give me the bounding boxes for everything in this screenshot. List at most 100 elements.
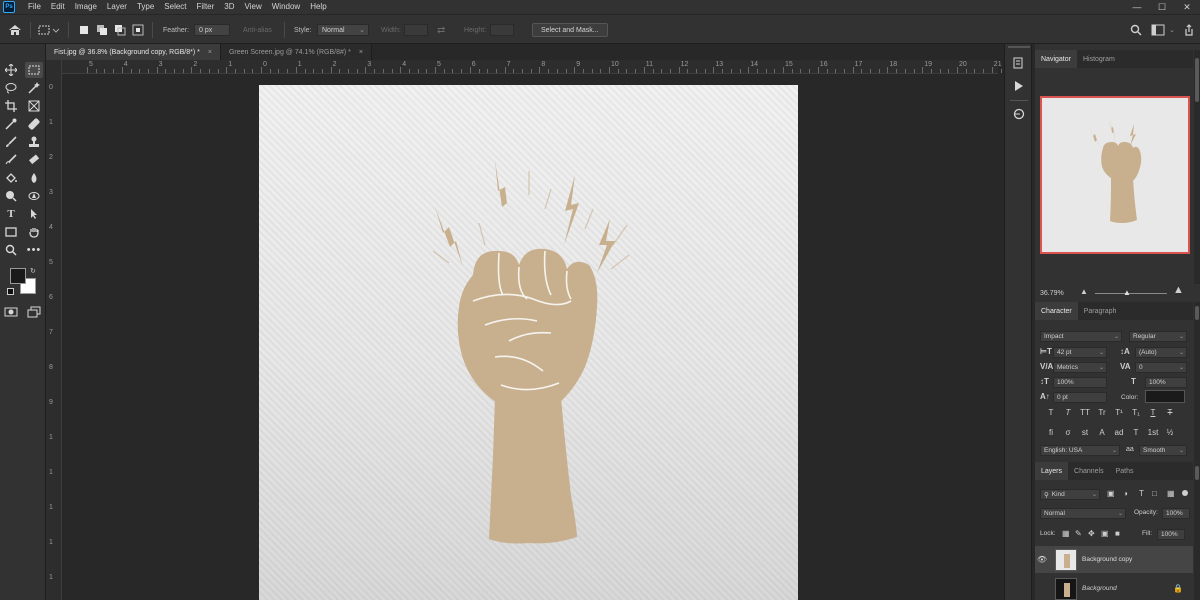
quick-mask-icon[interactable] [2,304,20,320]
screen-mode-icon[interactable] [25,304,43,320]
width-input[interactable] [404,24,428,36]
swash-button[interactable]: A [1096,428,1108,437]
search-icon[interactable] [1130,15,1142,45]
crop-tool-icon[interactable] [2,98,20,114]
filter-toggle-icon[interactable] [1182,490,1188,496]
style-select[interactable]: Normal ⌄ [317,24,369,36]
menu-file[interactable]: File [23,0,46,14]
menu-help[interactable]: Help [305,0,331,14]
superscript-button[interactable]: T¹ [1113,408,1125,417]
foreground-color-swatch[interactable] [10,268,26,284]
select-and-mask-button[interactable]: Select and Mask... [532,23,608,37]
swap-dimensions-icon[interactable]: ⇄ [437,15,445,45]
layer-name[interactable]: Background [1082,585,1117,592]
healing-brush-tool-icon[interactable] [25,116,43,132]
opacity-input[interactable]: 100% [1162,508,1190,519]
navigator-scrollbar[interactable] [1194,50,1200,284]
anti-alias-checkbox[interactable]: Anti-alias [243,15,272,45]
zoom-out-icon[interactable]: ▲ [1080,287,1088,296]
tab-paragraph[interactable]: Paragraph [1078,302,1123,320]
layer-row-background-copy[interactable]: 👁 Background copy [1035,546,1193,573]
ordinals-button[interactable]: 1st [1147,428,1159,437]
close-tab-icon[interactable]: × [208,49,212,56]
tab-histogram[interactable]: Histogram [1077,50,1121,68]
filter-type-icon[interactable]: T [1139,489,1144,498]
all-caps-button[interactable]: TT [1079,408,1091,417]
document-canvas[interactable] [259,85,798,600]
eye-icon[interactable]: 👁 [1035,555,1049,564]
leading-input[interactable]: (Auto) ⌄ [1135,347,1187,358]
rectangle-tool-icon[interactable] [2,224,20,240]
minimize-button[interactable]: — [1126,0,1148,14]
vertical-scale-input[interactable]: 100% [1053,377,1107,388]
tab-channels[interactable]: Channels [1068,462,1110,480]
navigator-preview[interactable] [1040,96,1190,254]
actions-play-icon[interactable] [1011,78,1027,94]
home-icon[interactable] [8,15,22,45]
clone-stamp-tool-icon[interactable] [25,134,43,150]
brush-tool-icon[interactable] [2,134,20,150]
layers-scrollbar[interactable] [1194,462,1200,600]
tab-paths[interactable]: Paths [1110,462,1140,480]
filter-smart-object-icon[interactable]: ▦ [1167,489,1175,498]
new-selection-icon[interactable] [78,15,90,45]
pen-tool-icon[interactable] [25,188,43,204]
close-window-button[interactable]: ✕ [1176,0,1198,14]
character-scrollbar[interactable] [1194,302,1200,462]
tab-layers[interactable]: Layers [1035,462,1069,480]
swap-colors-icon[interactable]: ↻ [30,267,36,275]
menu-3d[interactable]: 3D [219,0,239,14]
menu-window[interactable]: Window [267,0,305,14]
layer-row-background[interactable]: Background 🔒 [1035,575,1193,600]
paint-bucket-tool-icon[interactable] [2,170,20,186]
default-colors-icon[interactable] [7,288,14,295]
history-brush-tool-icon[interactable] [2,152,20,168]
vertical-ruler[interactable]: 0 1 2 3 4 5 6 7 8 9 1 1 1 1 1 [46,60,62,600]
tab-character[interactable]: Character [1035,302,1078,320]
feather-input[interactable]: 0 px [194,24,230,36]
discretionary-ligatures-button[interactable]: st [1079,428,1091,437]
lock-transparent-pixels-icon[interactable]: ▦ [1062,529,1070,538]
intersect-selection-icon[interactable] [132,15,144,45]
workspace-chevron-icon[interactable]: ⌄ [1169,15,1175,45]
magic-wand-tool-icon[interactable] [25,80,43,96]
properties-panel-icon[interactable] [1011,106,1027,122]
move-tool-icon[interactable] [2,62,20,78]
tab-green-screen-document[interactable]: Green Screen.jpg @ 74.1% (RGB/8#) * × [220,44,372,60]
close-tab-icon[interactable]: × [359,49,363,56]
lock-image-pixels-icon[interactable]: ✎ [1075,529,1082,538]
small-caps-button[interactable]: Tr [1096,408,1108,417]
tracking-select[interactable]: 0 ⌄ [1135,362,1187,373]
lasso-tool-icon[interactable] [2,80,20,96]
fill-input[interactable]: 100% [1157,529,1185,540]
filter-adjustment-icon[interactable]: ◑ [1123,489,1128,498]
type-tool-icon[interactable]: T [2,206,20,222]
menu-select[interactable]: Select [159,0,191,14]
lock-artboard-icon[interactable]: ▣ [1101,529,1109,538]
language-select[interactable]: English: USA ⌄ [1040,445,1120,456]
canvas-workspace[interactable] [62,74,998,600]
menu-edit[interactable]: Edit [46,0,70,14]
tab-fist-document[interactable]: Fist.jpg @ 36.8% (Background copy, RGB/8… [46,44,221,60]
workspace-icon[interactable] [1151,15,1165,45]
frame-tool-icon[interactable] [25,98,43,114]
antialias-select[interactable]: Smooth ⌄ [1139,445,1187,456]
menu-layer[interactable]: Layer [102,0,132,14]
zoom-in-icon[interactable]: ▲ [1173,284,1184,296]
add-to-selection-icon[interactable] [96,15,108,45]
faux-bold-button[interactable]: T [1045,408,1057,417]
maximize-button[interactable]: ☐ [1151,0,1173,14]
font-family-select[interactable]: Impact ⌄ [1040,331,1122,342]
horizontal-ruler[interactable]: 5 4 3 2 1 0 1 2 3 4 5 6 7 8 9 10 11 12 13 14 15 16 17 18 19 20 21 [62,60,1019,74]
blur-tool-icon[interactable] [25,170,43,186]
rectangular-marquee-tool-icon[interactable] [25,62,43,78]
zoom-slider[interactable] [1095,293,1167,294]
baseline-shift-input[interactable]: 0 pt [1053,392,1107,403]
path-selection-tool-icon[interactable] [25,206,43,222]
zoom-slider-thumb[interactable]: ▲ [1123,288,1131,297]
underline-button[interactable]: T [1147,408,1159,417]
history-panel-icon[interactable] [1011,56,1027,72]
menu-view[interactable]: View [240,0,267,14]
lock-position-icon[interactable]: ✥ [1088,529,1095,538]
faux-italic-button[interactable]: T [1062,408,1074,417]
